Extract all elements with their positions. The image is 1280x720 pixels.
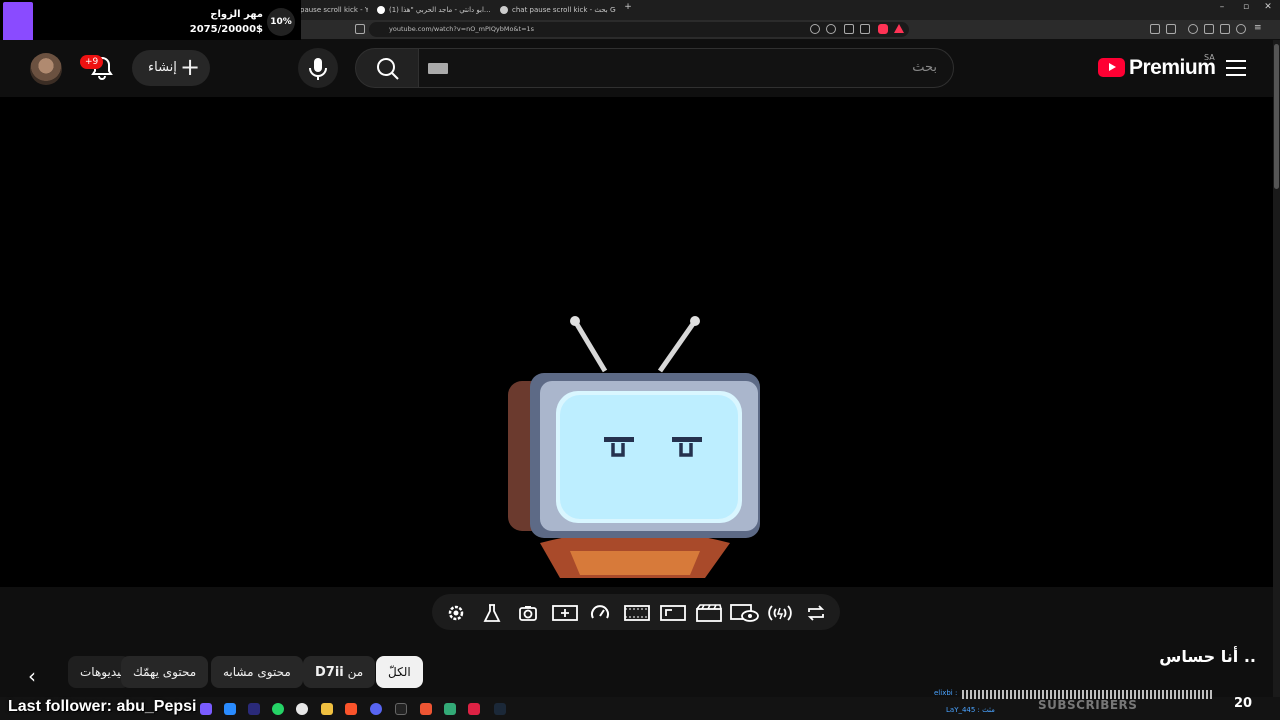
profile-icon[interactable] — [1236, 24, 1246, 34]
notification-badge: +9 — [80, 55, 104, 69]
search-input[interactable]: بحث — [418, 48, 954, 88]
microphone-icon — [309, 58, 327, 80]
goal-progress-bar — [3, 2, 33, 43]
gear-icon[interactable] — [446, 603, 466, 623]
tv-mascot-image — [500, 313, 770, 578]
search-icon — [377, 58, 399, 80]
repeat-icon[interactable] — [806, 603, 826, 623]
whatsapp-icon[interactable] — [272, 703, 284, 715]
speedometer-icon[interactable] — [590, 603, 610, 623]
wallet-icon[interactable] — [1220, 24, 1230, 34]
keyboard-icon[interactable] — [428, 63, 448, 74]
voice-search-button[interactable] — [298, 48, 338, 88]
video-title: أنا حساس .. — [1159, 647, 1256, 666]
donation-goal-widget: مهر الزواج 2075/20000$ 10% — [0, 0, 301, 45]
steam-icon[interactable] — [494, 703, 506, 715]
screen-eye-icon[interactable] — [730, 603, 760, 623]
obs-icon[interactable] — [395, 703, 407, 715]
install-app-icon[interactable] — [844, 24, 854, 34]
clapper-icon[interactable] — [696, 603, 722, 623]
browser-menu-icon[interactable]: ≡ — [1254, 24, 1264, 34]
chip-from-label: من — [347, 665, 364, 679]
brave-shield-icon[interactable] — [878, 24, 888, 34]
x-icon — [377, 6, 385, 14]
sidebar-icon[interactable] — [1166, 24, 1176, 34]
tab-youtube[interactable]: pause scroll kick - YouTu... — [300, 3, 368, 18]
app-icon[interactable] — [420, 703, 432, 715]
google-icon — [500, 6, 508, 14]
media-icon[interactable] — [1188, 24, 1198, 34]
subscribers-label: SUBSCRIBERS — [1038, 698, 1138, 712]
discord-icon[interactable] — [370, 703, 382, 715]
guide-menu-button[interactable] — [1226, 60, 1246, 76]
maximize-button[interactable]: ▫ — [1236, 2, 1256, 12]
chrome-icon[interactable] — [296, 703, 308, 715]
country-code: SA — [1204, 53, 1215, 62]
sparkle-frame-icon[interactable] — [552, 603, 578, 623]
minimize-button[interactable]: – — [1212, 2, 1232, 12]
brave-rewards-icon[interactable] — [894, 24, 904, 33]
chevron-left-icon[interactable]: ‹ — [28, 664, 36, 688]
scrollbar-thumb[interactable] — [1274, 44, 1279, 189]
tab-label: (1) ابو دانتي - ماجد الحربي "هذا... on X — [389, 6, 493, 14]
flask-icon[interactable] — [482, 603, 502, 623]
search-placeholder: بحث — [912, 60, 937, 75]
chip-channel-name: D7ii — [315, 665, 344, 680]
translate-icon[interactable] — [810, 24, 820, 34]
avatar[interactable] — [30, 53, 62, 85]
aspect-ratio-icon[interactable] — [660, 603, 686, 623]
file-explorer-icon[interactable] — [321, 703, 333, 715]
last-follower-label: Last follower: abu_Pepsi — [8, 698, 197, 715]
chip-all[interactable]: الكلّ — [376, 656, 423, 688]
tab-label: pause scroll kick - YouTu... — [300, 6, 368, 14]
brave-icon[interactable] — [345, 703, 357, 715]
chip-for-you[interactable]: محتوى يهمّك — [121, 656, 209, 688]
extensions-icon[interactable] — [1150, 24, 1160, 34]
create-label: إنشاء — [148, 60, 177, 75]
copilot-icon[interactable] — [200, 703, 212, 715]
close-window-button[interactable]: ✕ — [1258, 2, 1278, 12]
subscribers-count: 20 — [1234, 696, 1253, 711]
app-icon[interactable] — [468, 703, 480, 715]
url-text: youtube.com/watch?v=nO_mPIQybMo&t=1s — [389, 25, 535, 33]
chip-from-channel[interactable]: D7ii من — [303, 656, 376, 688]
share-icon[interactable] — [860, 24, 870, 34]
chip-similar[interactable]: محتوى مشابه — [211, 656, 303, 688]
plus-icon: + — [180, 53, 201, 81]
reading-list-icon[interactable] — [1204, 24, 1214, 34]
store-icon[interactable] — [224, 703, 236, 715]
broadcast-icon[interactable] — [766, 603, 794, 623]
page-scrollbar[interactable] — [1273, 40, 1280, 697]
app-icon[interactable] — [444, 703, 456, 715]
goal-count: 2075/20000$ — [189, 24, 263, 35]
tab-x[interactable]: (1) ابو دانتي - ماجد الحربي "هذا... on X — [375, 3, 493, 18]
brand-premium[interactable]: Premium — [1129, 56, 1216, 80]
film-strip-icon[interactable] — [624, 603, 650, 623]
chat-message-2: LaY_445 : مثث — [946, 706, 995, 714]
bookmark-icon[interactable] — [355, 24, 365, 34]
new-tab-button[interactable]: + — [618, 2, 638, 12]
goal-percent: 10% — [267, 8, 295, 36]
search-button[interactable] — [355, 48, 419, 88]
goal-title: مهر الزواج — [210, 9, 263, 20]
zoom-icon[interactable] — [826, 24, 836, 34]
tab-google[interactable]: chat pause scroll kick - بحث Google — [498, 3, 616, 18]
youtube-logo-icon[interactable] — [1098, 58, 1125, 77]
chat-message-1: elixbi : — [934, 689, 958, 697]
create-button[interactable]: إنشاء + — [132, 50, 210, 86]
camera-icon[interactable] — [518, 603, 538, 623]
tab-label: chat pause scroll kick - بحث Google — [512, 6, 616, 14]
premiere-icon[interactable] — [248, 703, 260, 715]
